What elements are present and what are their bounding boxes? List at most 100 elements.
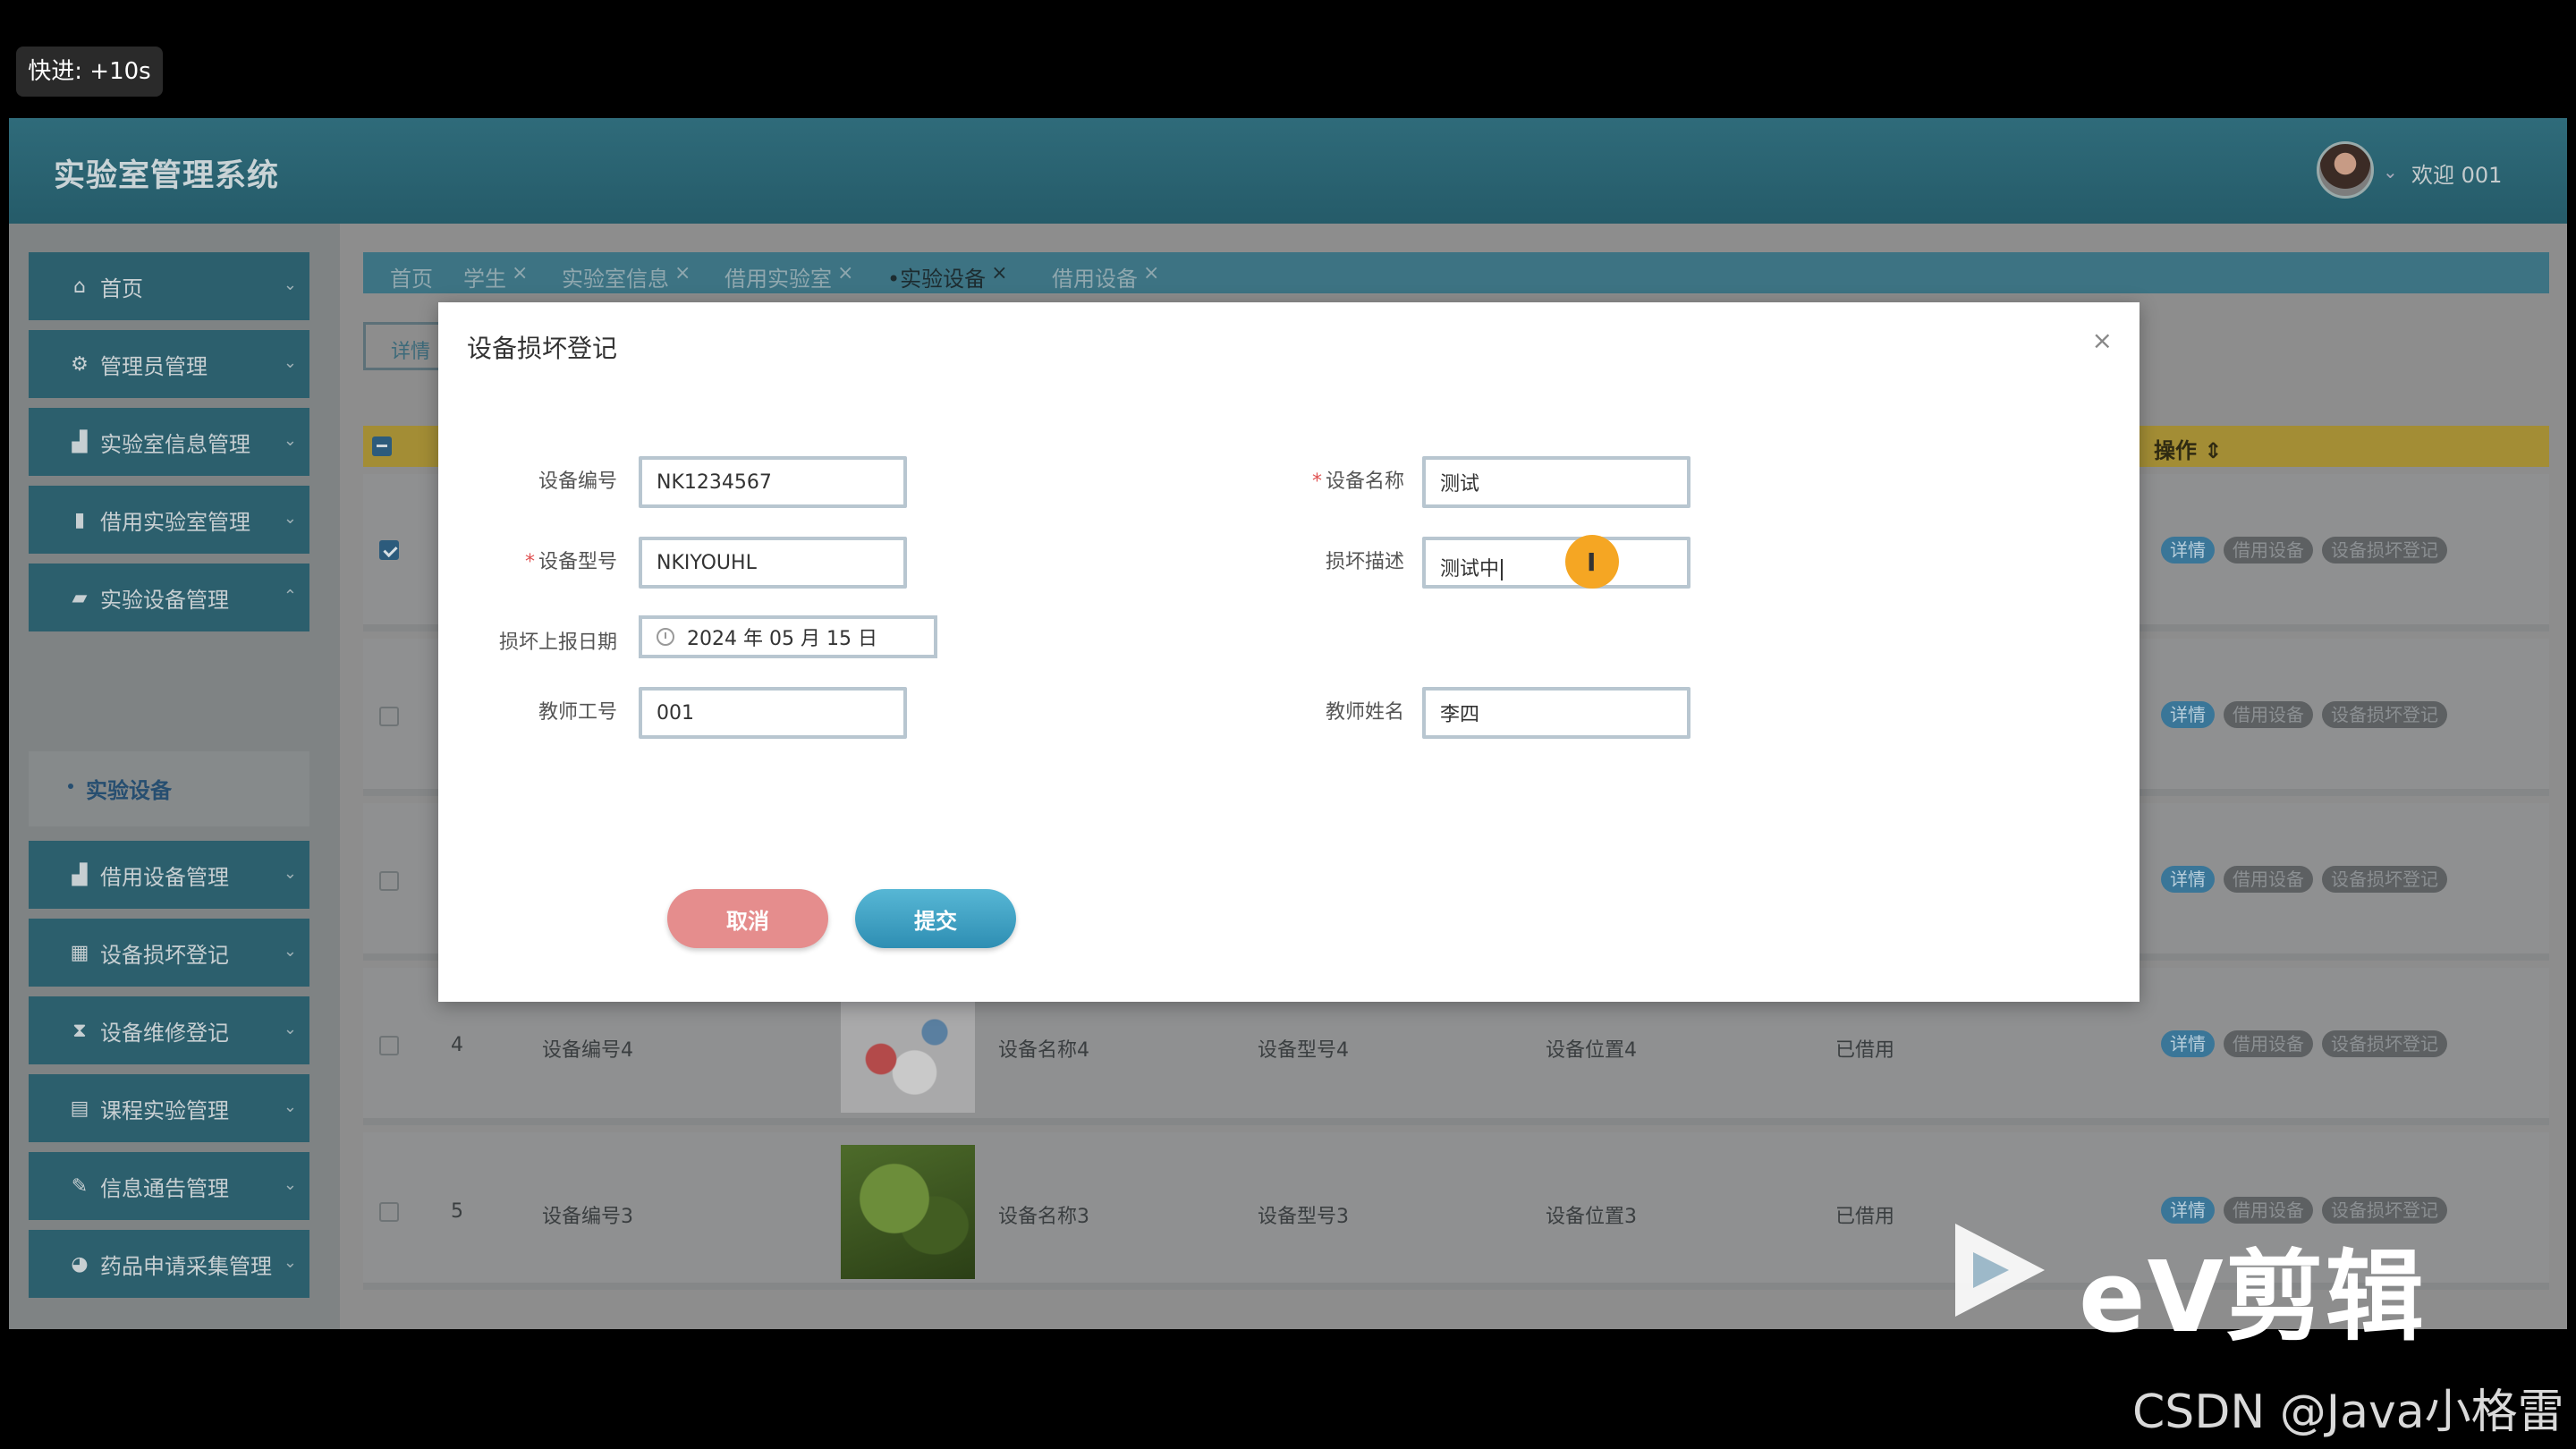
sidebar-item-label: 实验室信息管理 <box>100 431 250 457</box>
detail-button[interactable]: 详情 <box>2161 701 2215 728</box>
row-actions: 详情 借用设备 设备损坏登记 <box>2161 866 2447 893</box>
text-cursor-icon: I <box>1587 547 1597 577</box>
chevron-down-icon: ⌄ <box>283 1020 297 1038</box>
sidebar-item-borrow-lab[interactable]: ▮ 借用实验室管理 ⌄ <box>29 486 309 554</box>
borrow-button[interactable]: 借用设备 <box>2224 537 2313 564</box>
row-checkbox[interactable] <box>379 1036 399 1055</box>
sidebar-item-label: 借用设备管理 <box>100 864 229 890</box>
report-date-label: 损坏上报日期 <box>498 631 617 654</box>
avatar[interactable] <box>2317 141 2374 199</box>
sidebar-item-borrow-equipment[interactable]: ▟ 借用设备管理 ⌄ <box>29 841 309 909</box>
row-checkbox[interactable] <box>379 1202 399 1222</box>
sidebar-subitem-equipment[interactable]: 实验设备 <box>29 751 309 826</box>
sidebar-item-admin[interactable]: ⚙ 管理员管理 ⌄ <box>29 330 309 398</box>
sidebar-item-home[interactable]: ⌂ 首页 ⌄ <box>29 252 309 320</box>
row-checkbox[interactable] <box>379 871 399 891</box>
equipment-model: 设备型号4 <box>1258 1039 1349 1062</box>
sidebar-item-label: 设备损坏登记 <box>100 942 229 968</box>
row-actions: 详情 借用设备 设备损坏登记 <box>2161 537 2447 564</box>
chevron-down-icon: ⌄ <box>283 1175 297 1194</box>
row-checkbox[interactable] <box>379 707 399 726</box>
sidebar-item-notice[interactable]: ✎ 信息通告管理 ⌄ <box>29 1152 309 1220</box>
chevron-down-icon[interactable]: ⌄ <box>2383 161 2398 182</box>
dialog-title: 设备损坏登记 <box>467 334 618 363</box>
close-icon[interactable]: × <box>674 262 691 284</box>
detail-button[interactable]: 详情 <box>2161 1030 2215 1057</box>
edit-icon: ✎ <box>71 1174 89 1198</box>
chart-icon: ▟ <box>72 430 88 453</box>
chevron-down-icon: ⌄ <box>283 942 297 961</box>
teacher-id-input[interactable] <box>639 687 907 739</box>
tab-borrow-equipment[interactable]: 借用设备 × <box>1052 261 1159 292</box>
sidebar-item-label: 管理员管理 <box>100 353 208 379</box>
tab-borrow-lab[interactable]: 借用实验室 × <box>724 261 853 292</box>
borrow-button[interactable]: 借用设备 <box>2224 866 2313 893</box>
cancel-button[interactable]: 取消 <box>667 889 828 948</box>
sidebar-item-lab-info[interactable]: ▟ 实验室信息管理 ⌄ <box>29 408 309 476</box>
chevron-down-icon: ⌄ <box>283 1253 297 1272</box>
close-icon[interactable]: × <box>2092 326 2113 355</box>
chevron-down-icon: ⌄ <box>283 275 297 294</box>
equipment-image <box>841 1145 975 1279</box>
borrow-button[interactable]: 借用设备 <box>2224 701 2313 728</box>
sidebar-item-label: 信息通告管理 <box>100 1175 229 1201</box>
book-icon: ▮ <box>73 508 86 531</box>
sidebar: ⌂ 首页 ⌄ ⚙ 管理员管理 ⌄ ▟ 实验室信息管理 ⌄ ▮ 借用实验室管理 ⌄… <box>9 224 340 1329</box>
equipment-code: 设备编号3 <box>542 1206 633 1228</box>
home-icon: ⌂ <box>73 275 86 298</box>
damage-description-input[interactable]: 测试中 <box>1422 537 1690 589</box>
equipment-location: 设备位置3 <box>1546 1206 1637 1228</box>
tab-home[interactable]: 首页 <box>390 261 433 292</box>
fast-forward-badge: 快进: +10s <box>16 47 163 97</box>
damage-button[interactable]: 设备损坏登记 <box>2322 1030 2447 1057</box>
chart-icon: ▟ <box>72 863 88 886</box>
equipment-code: 设备编号4 <box>542 1039 633 1062</box>
teacher-name-input[interactable] <box>1422 687 1690 739</box>
detail-button[interactable]: 详情 <box>2161 866 2215 893</box>
borrow-button[interactable]: 借用设备 <box>2224 1030 2313 1057</box>
hourglass-icon: ⧗ <box>72 1019 87 1042</box>
equipment-code-input[interactable] <box>639 456 907 508</box>
row-checkbox[interactable] <box>379 540 399 560</box>
sidebar-item-label: 设备维修登记 <box>100 1020 229 1046</box>
chevron-down-icon: ⌄ <box>283 1097 297 1116</box>
tab-students[interactable]: 学生 × <box>463 261 528 292</box>
tab-equipment[interactable]: •实验设备 × <box>887 261 1008 292</box>
tab-bar: 首页 学生 × 实验室信息 × 借用实验室 × •实验设备 × 借用设备 × <box>363 252 2549 293</box>
sidebar-item-label: 实验设备管理 <box>100 587 229 613</box>
submit-button[interactable]: 提交 <box>855 889 1016 948</box>
close-icon[interactable]: × <box>512 262 528 284</box>
sidebar-subitem-label: 实验设备 <box>86 778 172 803</box>
damage-button[interactable]: 设备损坏登记 <box>2322 866 2447 893</box>
chevron-down-icon: ⌄ <box>283 509 297 528</box>
row-actions: 详情 借用设备 设备损坏登记 <box>2161 701 2447 728</box>
sidebar-item-course[interactable]: ▤ 课程实验管理 ⌄ <box>29 1074 309 1142</box>
sidebar-item-repair[interactable]: ⧗ 设备维修登记 ⌄ <box>29 996 309 1064</box>
damage-button[interactable]: 设备损坏登记 <box>2322 701 2447 728</box>
table-icon: ▤ <box>70 1097 89 1120</box>
detail-button[interactable]: 详情 <box>2161 537 2215 564</box>
close-icon[interactable]: × <box>1143 262 1159 284</box>
app-title: 实验室管理系统 <box>54 158 280 194</box>
close-icon[interactable]: × <box>837 262 853 284</box>
screen: 快进: +10s 实验室管理系统 ⌄ 欢迎 001 ⌂ 首页 ⌄ ⚙ 管理员管理… <box>0 0 2576 1449</box>
report-date-picker[interactable]: 2024 年 05 月 15 日 <box>639 615 937 658</box>
damage-button[interactable]: 设备损坏登记 <box>2322 537 2447 564</box>
chevron-down-icon: ⌄ <box>283 353 297 372</box>
sidebar-item-drug[interactable]: ◕ 药品申请采集管理 ⌄ <box>29 1230 309 1298</box>
select-all-checkbox[interactable] <box>372 436 392 456</box>
teacher-id-label: 教师工号 <box>538 701 617 724</box>
chevron-up-icon: ⌃ <box>283 587 297 606</box>
sidebar-item-equipment[interactable]: ▰ 实验设备管理 ⌃ <box>29 564 309 631</box>
row-actions: 详情 借用设备 设备损坏登记 <box>2161 1030 2447 1057</box>
sidebar-item-label: 首页 <box>100 275 143 301</box>
tab-lab-info[interactable]: 实验室信息 × <box>562 261 691 292</box>
equipment-name: 设备名称4 <box>998 1039 1089 1062</box>
close-icon[interactable]: × <box>991 262 1007 284</box>
equipment-code-label: 设备编号 <box>538 470 617 493</box>
app-header: 实验室管理系统 ⌄ 欢迎 001 <box>9 118 2567 224</box>
equipment-name-input[interactable] <box>1422 456 1690 508</box>
sidebar-item-damage[interactable]: ▦ 设备损坏登记 ⌄ <box>29 919 309 987</box>
clock-icon <box>657 628 674 646</box>
equipment-model-input[interactable] <box>639 537 907 589</box>
